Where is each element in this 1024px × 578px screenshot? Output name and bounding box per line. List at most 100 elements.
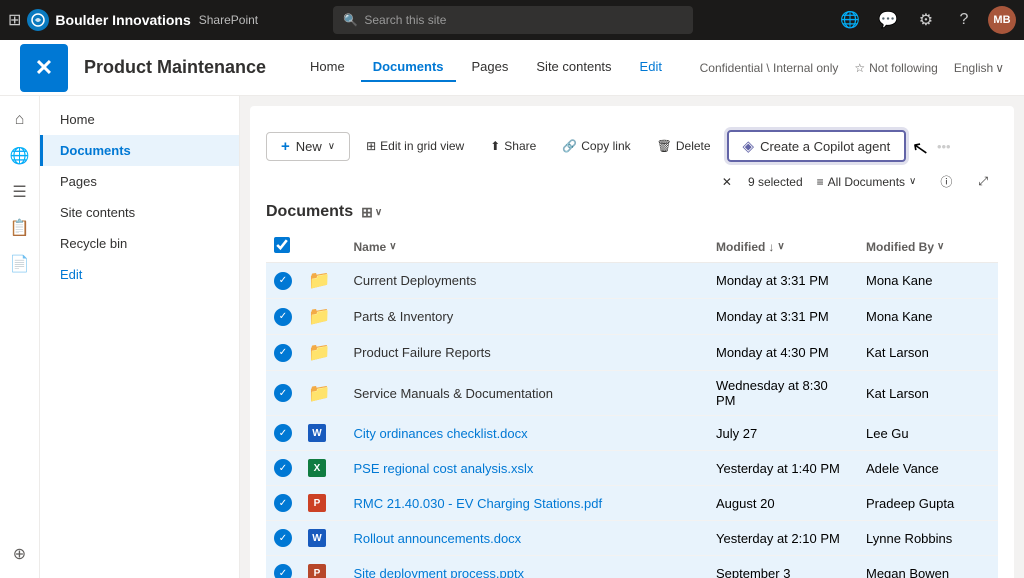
file-name[interactable]: Parts & Inventory bbox=[354, 309, 454, 324]
row-more-button[interactable]: ⋮ bbox=[586, 383, 607, 403]
row-checkbox-cell[interactable]: ✓ bbox=[266, 556, 300, 578]
row-share-button[interactable]: ⬆ bbox=[461, 307, 480, 327]
info-button[interactable]: ⓘ bbox=[930, 168, 962, 195]
file-name[interactable]: Service Manuals & Documentation bbox=[354, 386, 553, 401]
sidebar-item-site-contents[interactable]: Site contents bbox=[40, 197, 239, 228]
nav-site-contents[interactable]: Site contents bbox=[524, 53, 623, 82]
nav-documents[interactable]: Documents bbox=[361, 53, 456, 82]
create-copilot-button[interactable]: ◈ Create a Copilot agent bbox=[727, 130, 907, 162]
delete-icon: 🗑 bbox=[657, 139, 672, 153]
row-name-cell[interactable]: Service Manuals & Documentation ⬆ ⋮ bbox=[346, 371, 708, 416]
row-more-button[interactable]: ⋮ bbox=[566, 458, 587, 478]
row-share-button[interactable]: ⬆ bbox=[610, 493, 629, 513]
modified-by-sort-header[interactable]: Modified By ∨ bbox=[866, 240, 990, 254]
sidebar-item-edit[interactable]: Edit bbox=[40, 259, 239, 290]
row-checkbox-cell[interactable]: ✓ bbox=[266, 521, 300, 556]
search-box[interactable]: 🔍 bbox=[333, 6, 693, 34]
row-checkbox-cell[interactable]: ✓ bbox=[266, 299, 300, 335]
row-more-button[interactable]: ⋮ bbox=[557, 563, 578, 578]
name-sort-header[interactable]: Name ∨ bbox=[354, 240, 700, 254]
row-share-button[interactable]: ⬆ bbox=[541, 458, 560, 478]
not-following-button[interactable]: ☆ Not following bbox=[854, 61, 937, 75]
select-all-checkbox[interactable] bbox=[274, 237, 290, 253]
row-name-cell[interactable]: RMC 21.40.030 - EV Charging Stations.pdf… bbox=[346, 486, 708, 521]
sidebar-home-icon[interactable]: ⌂ bbox=[4, 104, 36, 136]
main-layout: ⌂ 🌐 ☰ 📋 📄 ⊕ Home Documents Pages Site co… bbox=[0, 96, 1024, 578]
header-name-col[interactable]: Name ∨ bbox=[346, 231, 708, 263]
row-type-cell: X bbox=[300, 451, 346, 486]
row-checkbox-cell[interactable]: ✓ bbox=[266, 486, 300, 521]
row-more-button[interactable]: ⋮ bbox=[561, 423, 582, 443]
row-name-cell[interactable]: Site deployment process.pptx ⬆ ⋮ bbox=[346, 556, 708, 578]
help-icon[interactable]: ? bbox=[950, 6, 978, 34]
nav-pages[interactable]: Pages bbox=[460, 53, 521, 82]
row-checkbox-cell[interactable]: ✓ bbox=[266, 335, 300, 371]
sidebar-document-icon[interactable]: 📋 bbox=[4, 212, 36, 244]
row-checkbox-cell[interactable]: ✓ bbox=[266, 451, 300, 486]
name-cell-container: Current Deployments ⬆ ⋮ bbox=[354, 271, 700, 291]
row-more-button[interactable]: ⋮ bbox=[509, 271, 530, 291]
delete-button[interactable]: 🗑 Delete bbox=[647, 134, 721, 158]
file-name[interactable]: Product Failure Reports bbox=[354, 345, 491, 360]
file-name[interactable]: Site deployment process.pptx bbox=[354, 566, 525, 578]
edit-grid-button[interactable]: ⊞ Edit in grid view bbox=[356, 134, 474, 158]
sidebar-item-documents[interactable]: Documents bbox=[40, 135, 239, 166]
row-name-cell[interactable]: PSE regional cost analysis.xslx ⬆ ⋮ bbox=[346, 451, 708, 486]
view-toggle-button[interactable]: ⊞ ∨ bbox=[361, 204, 382, 221]
row-more-button[interactable]: ⋮ bbox=[554, 528, 575, 548]
share-button[interactable]: ⬆ Share bbox=[480, 134, 546, 158]
sidebar-item-pages[interactable]: Pages bbox=[40, 166, 239, 197]
row-name-cell[interactable]: Product Failure Reports ⬆ ⋮ bbox=[346, 335, 708, 371]
waffle-icon[interactable]: ⊞ bbox=[8, 10, 21, 30]
copy-link-button[interactable]: 🔗 Copy link bbox=[552, 134, 640, 158]
file-name[interactable]: RMC 21.40.030 - EV Charging Stations.pdf bbox=[354, 496, 603, 511]
sidebar-item-home[interactable]: Home bbox=[40, 104, 239, 135]
row-share-button[interactable]: ⬆ bbox=[561, 383, 580, 403]
header-modified-by-col[interactable]: Modified By ∨ bbox=[858, 231, 998, 263]
search-input[interactable] bbox=[364, 13, 683, 27]
row-more-button[interactable]: ⋮ bbox=[635, 493, 656, 513]
row-more-button[interactable]: ⋮ bbox=[524, 343, 545, 363]
row-modified-cell: August 20 bbox=[708, 486, 858, 521]
globe-icon[interactable]: 🌐 bbox=[836, 6, 864, 34]
close-selection-button[interactable]: ✕ bbox=[712, 170, 742, 194]
row-name-cell[interactable]: Parts & Inventory ⬆ ⋮ bbox=[346, 299, 708, 335]
file-name[interactable]: City ordinances checklist.docx bbox=[354, 426, 528, 441]
sidebar-page-icon[interactable]: 📄 bbox=[4, 248, 36, 280]
user-avatar[interactable]: MB bbox=[988, 6, 1016, 34]
row-share-button[interactable]: ⬆ bbox=[532, 563, 551, 578]
row-share-button[interactable]: ⬆ bbox=[529, 528, 548, 548]
header-modified-col[interactable]: Modified ↓ ∨ bbox=[708, 231, 858, 263]
site-name: Boulder Innovations bbox=[55, 12, 190, 28]
row-checkbox-cell[interactable]: ✓ bbox=[266, 416, 300, 451]
language-selector[interactable]: English ∨ bbox=[954, 61, 1004, 75]
sidebar-layers-icon[interactable]: ☰ bbox=[4, 176, 36, 208]
sidebar-item-recycle-bin[interactable]: Recycle bin bbox=[40, 228, 239, 259]
row-share-button[interactable]: ⬆ bbox=[484, 271, 503, 291]
file-name[interactable]: Rollout announcements.docx bbox=[354, 531, 522, 546]
row-more-button[interactable]: ⋮ bbox=[486, 307, 507, 327]
sidebar-globe-icon[interactable]: 🌐 bbox=[4, 140, 36, 172]
row-share-button[interactable]: ⬆ bbox=[536, 423, 555, 443]
row-name-cell[interactable]: Current Deployments ⬆ ⋮ bbox=[346, 263, 708, 299]
file-name[interactable]: PSE regional cost analysis.xslx bbox=[354, 461, 534, 476]
row-checkbox-cell[interactable]: ✓ bbox=[266, 371, 300, 416]
nav-edit[interactable]: Edit bbox=[628, 53, 674, 82]
settings-icon[interactable]: ⚙ bbox=[912, 6, 940, 34]
modified-sort-header[interactable]: Modified ↓ ∨ bbox=[716, 240, 850, 254]
row-name-cell[interactable]: Rollout announcements.docx ⬆ ⋮ bbox=[346, 521, 708, 556]
sidebar-add-icon[interactable]: ⊕ bbox=[4, 538, 36, 570]
file-name[interactable]: Current Deployments bbox=[354, 273, 477, 288]
chat-icon[interactable]: 💬 bbox=[874, 6, 902, 34]
new-button[interactable]: + New ∨ bbox=[266, 132, 350, 161]
expand-button[interactable]: ⤢ bbox=[968, 169, 998, 194]
sidebar-icon-rail: ⌂ 🌐 ☰ 📋 📄 ⊕ bbox=[0, 96, 40, 578]
row-share-button[interactable]: ⬆ bbox=[499, 343, 518, 363]
close-icon: ✕ bbox=[722, 175, 732, 189]
row-checkbox-cell[interactable]: ✓ bbox=[266, 263, 300, 299]
nav-home[interactable]: Home bbox=[298, 53, 357, 82]
row-selected-indicator: ✓ bbox=[274, 272, 292, 290]
top-nav-icons: 🌐 💬 ⚙ ? MB bbox=[836, 6, 1016, 34]
row-name-cell[interactable]: City ordinances checklist.docx ⬆ ⋮ bbox=[346, 416, 708, 451]
all-documents-button[interactable]: ≡ All Documents ∨ bbox=[809, 171, 925, 193]
